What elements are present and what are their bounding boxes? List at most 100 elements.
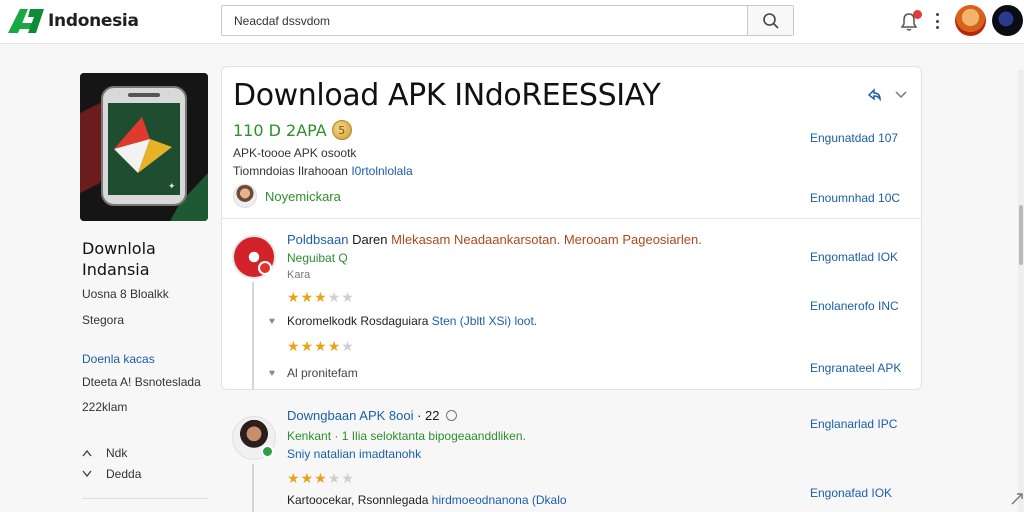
review-link[interactable]: Sniy natalian imadtanohk — [287, 447, 421, 461]
heart-icon[interactable]: ♥ — [269, 368, 275, 379]
scrollbar-track[interactable] — [1018, 70, 1024, 512]
rating-text: 110 D 2APA — [233, 120, 327, 140]
review-title-highlight: Mlekasam Neadaankarsotan. Merooam Pageos… — [391, 232, 702, 247]
search-bar — [221, 5, 794, 36]
svg-text:✦: ✦ — [168, 182, 176, 192]
sidebar-info-line: Uosna 8 Bloalkk — [82, 287, 169, 301]
app-meta-line: APK-toooe APK osootk — [233, 146, 357, 160]
app-meta-line: Tiomndoias Ilrahooan I0rtolnlolala — [233, 164, 413, 178]
star-filled-icon: ★ — [287, 338, 301, 354]
kebab-dot-icon — [935, 13, 939, 16]
search-icon — [762, 12, 779, 29]
sidebar-title-line: Indansia — [82, 260, 150, 279]
chevron-down-icon[interactable] — [894, 87, 908, 101]
reviewer-avatar[interactable] — [232, 416, 276, 460]
chevron-up-icon — [82, 449, 92, 457]
star-filled-icon: ★ — [314, 289, 328, 305]
review-text: Kartoocekar, Rsonnlegada hirdmoeodnanona… — [287, 493, 567, 507]
sidebar-info-line: 222klam — [82, 400, 128, 414]
sidebar-link[interactable]: Doenla kacas — [82, 352, 155, 366]
star-empty-icon: ★ — [327, 289, 342, 305]
star-filled-icon: ★ — [300, 470, 315, 486]
review-meta: · 22 — [417, 408, 440, 423]
star-filled-icon: ★ — [300, 338, 315, 354]
sidebar-title-line: Downlola — [82, 239, 156, 258]
star-rating: ★★★★★ — [287, 290, 355, 304]
kebab-dot-icon — [935, 26, 939, 29]
star-filled-icon: ★ — [287, 470, 301, 486]
download-link[interactable]: Enolanerofo INC — [810, 299, 899, 313]
reviewer-avatar[interactable] — [232, 235, 276, 279]
app-icon-image: ✦ — [80, 73, 208, 221]
divider — [222, 218, 921, 219]
download-link[interactable]: Engunatdad 107 — [810, 131, 898, 145]
reviewer-name[interactable]: Downgbaan APK 8ooi — [287, 408, 413, 423]
share-icon[interactable] — [866, 86, 882, 102]
review-small-text: Kara — [287, 269, 311, 281]
review-title: Daren — [352, 232, 388, 247]
review-text: Al pronitefam — [287, 366, 358, 380]
star-filled-icon: ★ — [287, 289, 301, 305]
review-text: Koromelkodk Rosdaguiara Sten (Jbltl XSi)… — [287, 314, 537, 328]
sidebar-expand-row[interactable]: Ndk — [82, 446, 127, 460]
sidebar-row-label: Ndk — [106, 446, 128, 460]
site-logo[interactable]: Indonesia — [6, 6, 139, 36]
expand-icon[interactable] — [1010, 492, 1024, 506]
sidebar-info-line: Stegora — [82, 313, 125, 327]
review-body: Koromelkodk Rosdaguiara — [287, 314, 429, 328]
review-header: Poldbsaan Daren Mlekasam Neadaankarsotan… — [287, 232, 702, 247]
logo-text: Indonesia — [48, 11, 139, 31]
thread-line — [252, 282, 254, 390]
review-link[interactable]: Sten (Jbltl XSi) loot. — [432, 314, 537, 328]
page-title: Download APK INdoREESSIAY — [233, 78, 661, 113]
verified-icon — [446, 410, 458, 421]
developer-avatar — [233, 184, 257, 208]
download-link[interactable]: Englanarlad IPC — [810, 417, 897, 431]
thread-line — [252, 464, 254, 512]
download-link[interactable]: Engomatlad IOK — [810, 250, 898, 264]
search-button[interactable] — [747, 6, 793, 35]
star-rating: ★★★★★ — [287, 471, 355, 485]
review-subtitle: Neguibat Q — [287, 251, 348, 265]
developer-row[interactable]: Noyemickara — [233, 184, 341, 208]
review-body: Kartoocekar, Rsonnlegada — [287, 493, 429, 507]
notifications-button[interactable] — [900, 10, 922, 32]
notification-badge — [913, 10, 922, 19]
more-options-button[interactable] — [933, 11, 941, 31]
review-link[interactable]: hirdmoeodnanona (Dkalo — [432, 493, 567, 507]
sidebar-app-title: Downlola Indansia — [82, 238, 156, 280]
star-empty-icon: ★ — [341, 470, 355, 486]
download-link[interactable]: Engranateel APK — [810, 361, 901, 375]
kebab-dot-icon — [935, 19, 939, 23]
meta-link[interactable]: I0rtolnlolala — [351, 164, 412, 178]
sidebar-row-label: Dedda — [106, 467, 142, 481]
reviewer-name[interactable]: Poldbsaan — [287, 232, 348, 247]
chevron-down-icon — [82, 470, 92, 478]
rating-line: 110 D 2APA 5 — [233, 120, 352, 140]
developer-name: Noyemickara — [265, 188, 341, 204]
search-input[interactable] — [222, 6, 747, 35]
star-empty-icon: ★ — [327, 470, 342, 486]
review-header: Downgbaan APK 8ooi · 22 — [287, 408, 458, 423]
download-link[interactable]: Enoumnhad 10C — [810, 191, 900, 205]
logo-mark-icon — [8, 9, 44, 33]
star-rating: ★★★★★ — [287, 339, 355, 353]
review-subtitle: Kenkant · 1 Ilia seloktanta bipogeaanddl… — [287, 429, 526, 443]
sidebar-divider — [82, 498, 208, 499]
sidebar-collapse-row[interactable]: Dedda — [82, 467, 141, 481]
sidebar-info-line: Dteeta A! Bsnoteslada — [82, 375, 201, 389]
coin-icon: 5 — [331, 120, 352, 140]
phone-app-icon: ✦ — [80, 73, 208, 221]
heart-icon[interactable]: ♥ — [269, 316, 275, 327]
meta-text: Tiomndoias Ilrahooan — [233, 164, 348, 178]
user-avatar[interactable] — [955, 5, 986, 36]
star-empty-icon: ★ — [341, 338, 355, 354]
star-filled-icon: ★ — [300, 289, 315, 305]
top-bar: Indonesia — [0, 0, 1024, 44]
download-link[interactable]: Engonafad IOK — [810, 486, 892, 500]
scrollbar-thumb[interactable] — [1019, 205, 1023, 265]
star-filled-icon: ★ — [314, 470, 328, 486]
star-filled-icon: ★ — [327, 338, 342, 354]
star-empty-icon: ★ — [341, 289, 355, 305]
account-avatar[interactable] — [992, 5, 1023, 36]
